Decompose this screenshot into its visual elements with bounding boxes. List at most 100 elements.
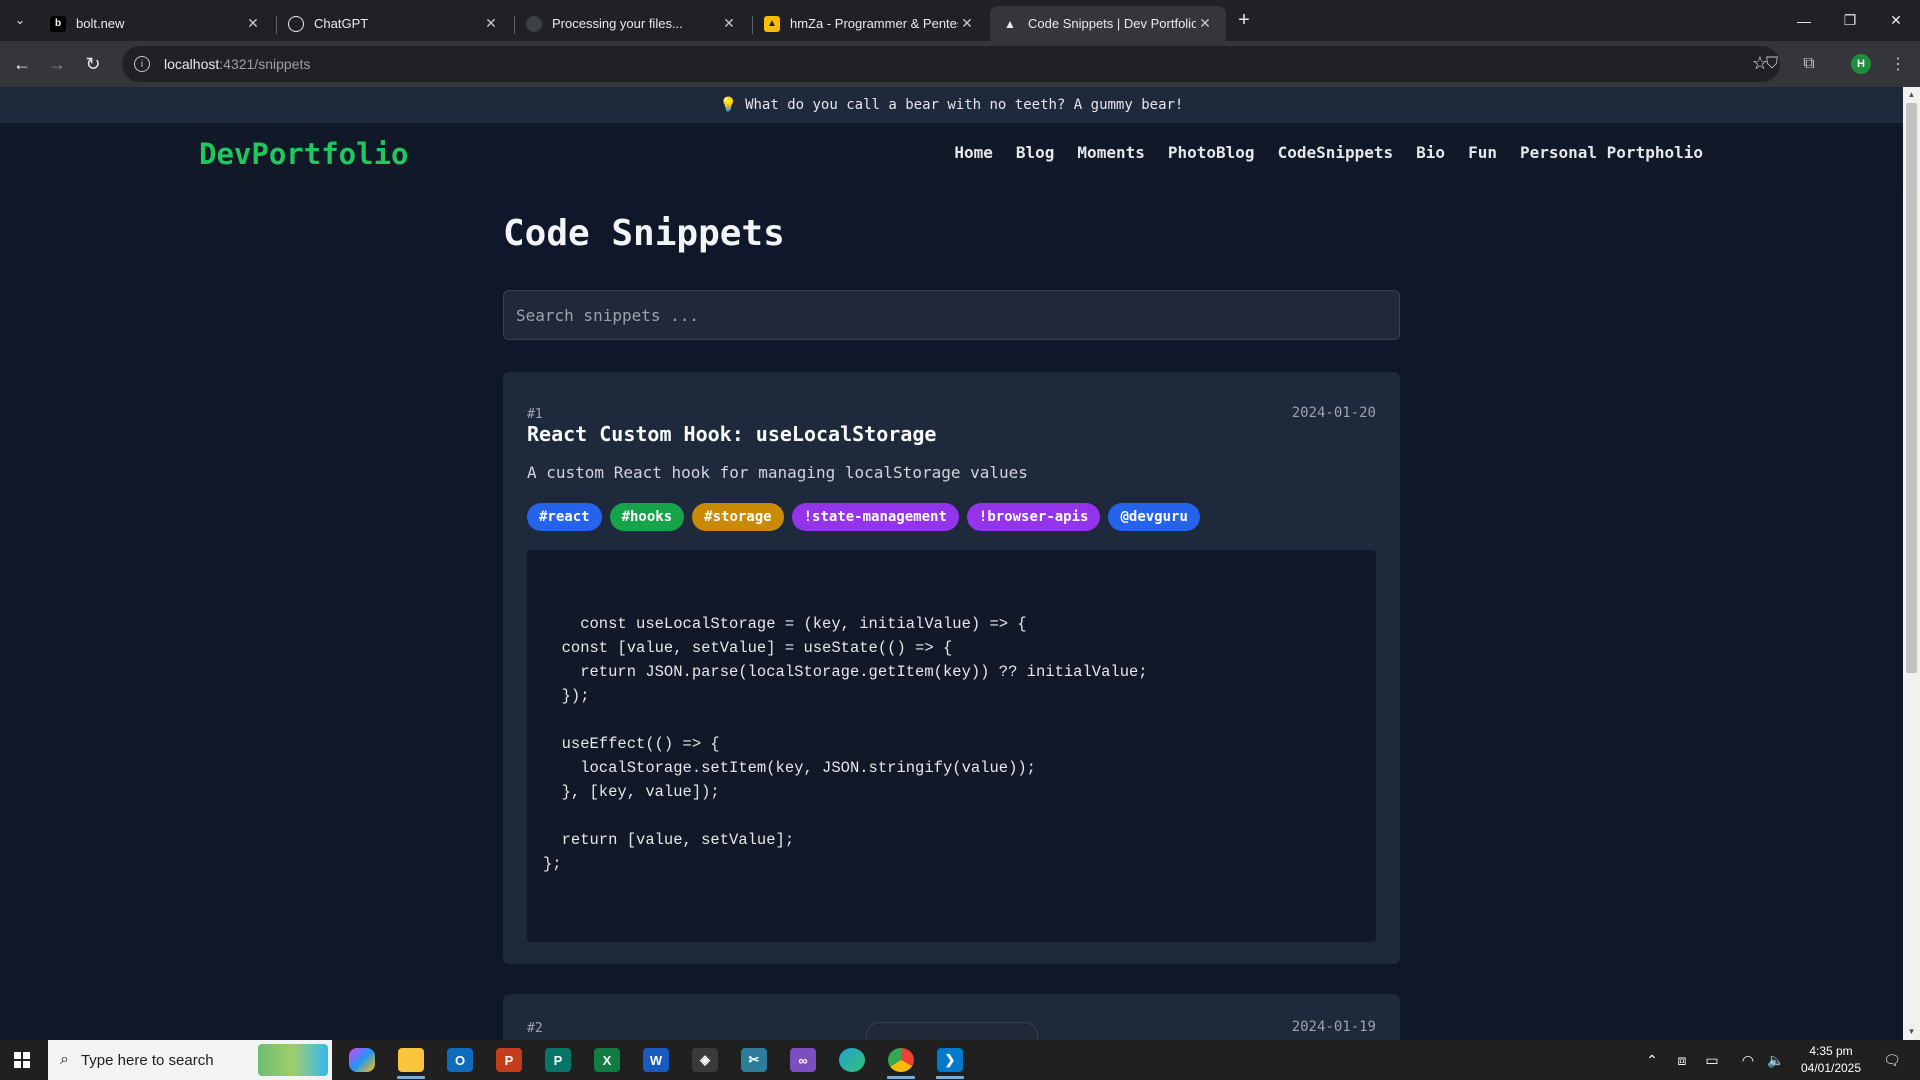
profile-avatar[interactable]: H: [1851, 54, 1871, 74]
taskbar-search[interactable]: ⌕ Type here to search: [48, 1040, 332, 1080]
scroll-down-arrow-icon[interactable]: ▼: [1907, 1027, 1916, 1036]
joke-text: What do you call a bear with no teeth? A…: [745, 97, 1184, 113]
restore-icon[interactable]: ❐: [1827, 0, 1873, 41]
page-viewport: 💡 What do you call a bear with no teeth?…: [0, 87, 1903, 1040]
edge-icon[interactable]: [828, 1040, 876, 1080]
menu-kebab-icon[interactable]: ⋮: [1886, 52, 1910, 76]
nav-photoblog[interactable]: PhotoBlog: [1168, 143, 1255, 162]
outlook-icon[interactable]: O: [436, 1040, 484, 1080]
copilot-icon[interactable]: [338, 1040, 386, 1080]
word-icon[interactable]: W: [632, 1040, 680, 1080]
snipping-tool-icon[interactable]: ✂: [730, 1040, 778, 1080]
clock-time: 4:35 pm: [1809, 1044, 1853, 1058]
bolt-icon: b: [50, 15, 66, 32]
portfolio-icon: ▲: [764, 15, 780, 32]
tab-title: ChatGPT: [314, 16, 369, 31]
scrollbar-thumb[interactable]: [1906, 103, 1917, 673]
nav-personal-portfolio[interactable]: Personal Portpholio: [1520, 143, 1703, 162]
clock-date: 04/01/2025: [1800, 1061, 1862, 1075]
tab-title: bolt.new: [76, 16, 125, 31]
tray-chevron-up-icon[interactable]: ⌃: [1640, 1040, 1664, 1080]
scroll-up-arrow-icon[interactable]: ▲: [1907, 90, 1916, 99]
snippet-date: 2024-01-20: [1291, 405, 1376, 421]
close-tab-icon[interactable]: ✕: [482, 15, 500, 32]
notification-center-icon[interactable]: 🗨: [1882, 1050, 1902, 1070]
tab-processing[interactable]: Processing your files... ✕: [514, 6, 750, 41]
page-scrollbar[interactable]: ▲ ▼: [1903, 87, 1920, 1040]
tag-storage[interactable]: #storage: [692, 503, 784, 531]
publisher-icon[interactable]: P: [534, 1040, 582, 1080]
site-logo[interactable]: DevPortfolio: [199, 137, 409, 171]
tab-title: Code Snippets | Dev Portfolio: [1028, 16, 1196, 31]
window-close-icon[interactable]: ✕: [1873, 0, 1919, 41]
tag-devguru[interactable]: @devguru: [1108, 503, 1200, 531]
tab-title: Processing your files...: [552, 16, 683, 31]
snippet-date: 2024-01-19: [1291, 1019, 1376, 1035]
page-title: Code Snippets: [503, 213, 785, 254]
vscode-icon[interactable]: ❯: [926, 1040, 974, 1080]
close-tab-icon[interactable]: ✕: [720, 15, 738, 32]
tab-title: hmZa - Programmer & Pentester: [790, 16, 958, 31]
address-bar[interactable]: i localhost:4321/snippets ☆: [122, 46, 1780, 82]
site-header: DevPortfolio Home Blog Moments PhotoBlog…: [0, 123, 1903, 187]
snippet-description: A custom React hook for managing localSt…: [527, 463, 1028, 482]
chrome-icon[interactable]: [877, 1040, 925, 1080]
tab-code-snippets[interactable]: ▲ Code Snippets | Dev Portfolio ✕: [990, 6, 1226, 41]
windows-taskbar: ⌕ Type here to search O P P X W ◈ ✂ ∞ ❯ …: [0, 1040, 1920, 1080]
system-clock[interactable]: 4:35 pm 04/01/2025: [1784, 1043, 1878, 1077]
excel-icon[interactable]: X: [583, 1040, 631, 1080]
new-tab-plus-icon[interactable]: +: [1232, 8, 1256, 32]
close-tab-icon[interactable]: ✕: [244, 15, 262, 32]
nav-moments[interactable]: Moments: [1077, 143, 1144, 162]
forward-arrow-icon[interactable]: →: [43, 50, 71, 78]
main-nav: Home Blog Moments PhotoBlog CodeSnippets…: [954, 143, 1703, 162]
reload-icon[interactable]: ↻: [79, 50, 107, 78]
browser-toolbar: ← → ↻ i localhost:4321/snippets ☆ ⛉ ⧉ H …: [0, 41, 1920, 87]
wifi-icon[interactable]: ◠: [1736, 1040, 1760, 1080]
windows-start-icon[interactable]: [14, 1052, 30, 1068]
lightbulb-icon: 💡: [719, 97, 738, 113]
astro-icon: ▲: [1004, 16, 1016, 31]
site-info-icon[interactable]: i: [134, 56, 150, 72]
powerpoint-icon[interactable]: P: [485, 1040, 533, 1080]
tag-hooks[interactable]: #hooks: [609, 503, 685, 531]
shield-extension-icon[interactable]: ⛉: [1760, 52, 1784, 76]
tab-chatgpt[interactable]: ChatGPT ✕: [276, 6, 512, 41]
tag-react[interactable]: #react: [527, 503, 602, 531]
search-highlight-image: [258, 1044, 328, 1076]
taskbar-search-placeholder: Type here to search: [80, 1051, 214, 1069]
nav-home[interactable]: Home: [954, 143, 993, 162]
nav-fun[interactable]: Fun: [1468, 143, 1497, 162]
nav-bio[interactable]: Bio: [1416, 143, 1445, 162]
snippet-title: React Custom Hook: useLocalStorage: [527, 422, 937, 446]
file-explorer-icon[interactable]: [387, 1040, 435, 1080]
browser-tab-strip: ⌄ b bolt.new ✕ ChatGPT ✕ Processing your…: [0, 0, 1920, 41]
snippet-number: #2: [527, 1021, 543, 1036]
nav-codesnippets[interactable]: CodeSnippets: [1278, 143, 1394, 162]
battery-icon[interactable]: ▭: [1700, 1040, 1724, 1080]
tab-search-chevron-icon[interactable]: ⌄: [6, 8, 34, 32]
unity-icon[interactable]: ◈: [681, 1040, 729, 1080]
extensions-puzzle-icon[interactable]: ⧉: [1797, 52, 1821, 76]
back-arrow-icon[interactable]: ←: [8, 50, 36, 78]
tag-state-management[interactable]: !state-management: [791, 503, 959, 531]
close-tab-icon[interactable]: ✕: [958, 15, 976, 32]
minimize-icon[interactable]: —: [1781, 0, 1827, 41]
snippet-search-input[interactable]: [503, 290, 1400, 340]
snippet-card: #1 2024-01-20 React Custom Hook: useLoca…: [503, 372, 1400, 964]
close-tab-icon[interactable]: ✕: [1196, 15, 1214, 32]
tab-bolt[interactable]: b bolt.new ✕: [38, 6, 274, 41]
code-text: const useLocalStorage = (key, initialVal…: [543, 615, 1148, 873]
search-icon: ⌕: [60, 1051, 69, 1068]
url-path: :4321/snippets: [219, 56, 311, 72]
snippet-tags: #react #hooks #storage !state-management…: [527, 503, 1200, 531]
visual-studio-icon[interactable]: ∞: [779, 1040, 827, 1080]
code-block: const useLocalStorage = (key, initialVal…: [527, 550, 1376, 942]
tag-browser-apis[interactable]: !browser-apis: [966, 503, 1101, 531]
url-host: localhost: [164, 56, 220, 72]
meet-now-icon[interactable]: ⧈: [1670, 1040, 1694, 1080]
tab-portfolio[interactable]: ▲ hmZa - Programmer & Pentester ✕: [752, 6, 988, 41]
joke-banner: 💡 What do you call a bear with no teeth?…: [0, 87, 1903, 123]
snippet-number: #1: [527, 407, 543, 422]
nav-blog[interactable]: Blog: [1016, 143, 1055, 162]
